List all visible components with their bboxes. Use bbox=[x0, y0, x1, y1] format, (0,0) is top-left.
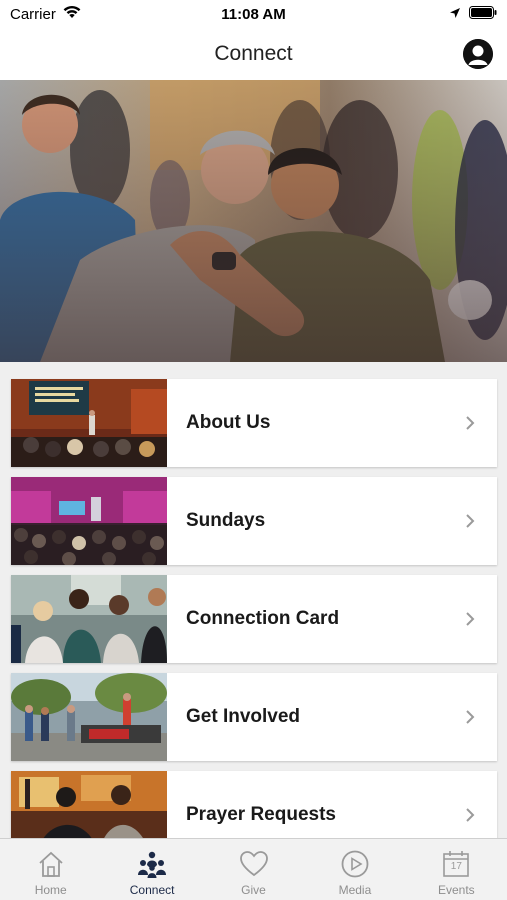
menu-item-get-involved[interactable]: Get Involved bbox=[11, 673, 497, 761]
get-involved-thumbnail bbox=[11, 673, 167, 761]
status-bar: Carrier 11:08 AM bbox=[0, 0, 507, 28]
tab-label: Connect bbox=[129, 883, 175, 897]
menu-item-connection-card[interactable]: Connection Card bbox=[11, 575, 497, 663]
tab-events[interactable]: 17 Events bbox=[406, 839, 507, 900]
nav-bar: Connect bbox=[0, 28, 507, 80]
menu-item-label: Connection Card bbox=[186, 608, 340, 629]
chevron-right-icon bbox=[457, 709, 483, 725]
tab-give[interactable]: Give bbox=[203, 839, 304, 900]
tab-bar: Home Connect Give Media 17 Events bbox=[0, 838, 507, 900]
menu-list: About Us Sundays Connection Card Get Inv… bbox=[0, 362, 507, 838]
people-icon bbox=[135, 847, 169, 881]
status-right bbox=[449, 5, 497, 23]
connection-card-thumbnail bbox=[11, 575, 167, 663]
menu-item-label: Prayer Requests bbox=[186, 804, 336, 825]
tab-label: Give bbox=[241, 883, 266, 897]
location-arrow-icon bbox=[449, 6, 461, 23]
chevron-right-icon bbox=[457, 513, 483, 529]
hero-image bbox=[0, 80, 507, 362]
heart-icon bbox=[237, 847, 271, 881]
menu-item-label: Get Involved bbox=[186, 706, 301, 727]
tab-label: Media bbox=[338, 883, 372, 897]
prayer-requests-thumbnail bbox=[11, 771, 167, 838]
page-title: Connect bbox=[214, 42, 293, 65]
menu-item-label: About Us bbox=[186, 412, 271, 433]
tab-label: Home bbox=[34, 883, 67, 897]
carrier-label: Carrier bbox=[10, 5, 56, 23]
about-us-thumbnail bbox=[11, 379, 167, 467]
menu-item-prayer-requests[interactable]: Prayer Requests bbox=[11, 771, 497, 838]
play-icon bbox=[338, 847, 372, 881]
tab-home[interactable]: Home bbox=[0, 839, 101, 900]
battery-icon bbox=[469, 5, 497, 23]
chevron-right-icon bbox=[457, 415, 483, 431]
user-avatar-icon bbox=[463, 39, 493, 69]
menu-item-about-us[interactable]: About Us bbox=[11, 379, 497, 467]
menu-item-label: Sundays bbox=[186, 510, 266, 531]
tab-label: Events bbox=[437, 883, 475, 897]
chevron-right-icon bbox=[457, 611, 483, 627]
chevron-right-icon bbox=[457, 807, 483, 823]
calendar-day: 17 bbox=[450, 861, 462, 872]
home-icon bbox=[34, 847, 68, 881]
menu-item-sundays[interactable]: Sundays bbox=[11, 477, 497, 565]
wifi-icon bbox=[62, 5, 82, 23]
profile-button[interactable] bbox=[463, 39, 493, 69]
tab-media[interactable]: Media bbox=[304, 839, 405, 900]
tab-connect[interactable]: Connect bbox=[101, 839, 202, 900]
status-left: Carrier bbox=[10, 5, 82, 23]
sundays-thumbnail bbox=[11, 477, 167, 565]
calendar-icon: 17 bbox=[439, 847, 473, 881]
